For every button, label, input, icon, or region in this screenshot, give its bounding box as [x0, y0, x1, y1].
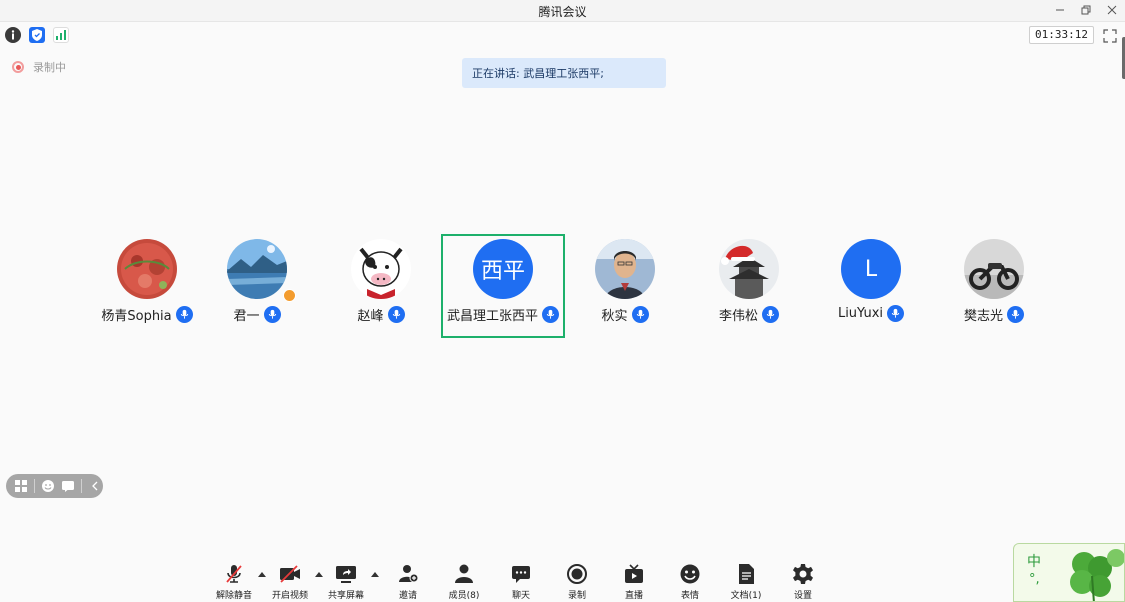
participant-name: 杨青Sophia	[101, 309, 172, 324]
participant-tile-active[interactable]: 西平 武昌理工张西平	[441, 234, 565, 338]
divider	[34, 479, 35, 493]
participant-name: 李伟松	[718, 309, 758, 324]
participant-name: 樊志光	[963, 309, 1003, 324]
avatar	[595, 239, 655, 299]
participant-name: 赵峰	[357, 309, 384, 324]
live-button[interactable]: 直播	[609, 558, 659, 602]
participant-name: 君一	[233, 309, 260, 324]
avatar	[227, 239, 287, 299]
avatar	[964, 239, 1024, 299]
members-icon	[453, 563, 475, 585]
title-bar: 腾讯会议	[0, 0, 1125, 22]
participant-name: 武昌理工张西平	[446, 309, 538, 324]
participant-tile[interactable]: 杨青Sophia	[85, 234, 209, 338]
settings-label: 设置	[793, 591, 812, 601]
grid-view-icon[interactable]	[14, 479, 28, 493]
participant-tile[interactable]: 秋实	[563, 234, 687, 338]
host-icon	[283, 289, 296, 302]
mic-muted-icon	[223, 563, 245, 585]
share-screen-button[interactable]: 共享屏幕	[321, 558, 371, 602]
live-stream-icon	[623, 563, 645, 585]
chat-label: 聊天	[511, 591, 530, 601]
chat-button[interactable]: 聊天	[496, 558, 546, 602]
share-screen-label: 共享屏幕	[327, 591, 364, 601]
meeting-toolbar: 解除静音 开启视频 共享屏幕 邀请 成员(8) 聊天 录制 直播 表情 文档(1…	[0, 558, 1125, 602]
fullscreen-icon[interactable]	[1103, 28, 1117, 43]
ime-punctuation[interactable]: °,	[1029, 572, 1040, 587]
emoji-button[interactable]: 表情	[665, 558, 715, 602]
view-switch-bar	[6, 474, 103, 498]
start-video-button[interactable]: 开启视频	[265, 558, 315, 602]
add-user-icon	[397, 563, 419, 585]
start-video-label: 开启视频	[271, 591, 308, 601]
collapse-icon[interactable]	[88, 479, 102, 493]
avatar	[351, 239, 411, 299]
record-label: 录制	[567, 591, 586, 601]
emoji-icon[interactable]	[41, 479, 55, 493]
shield-icon[interactable]	[29, 27, 45, 43]
mic-icon	[762, 306, 779, 323]
mic-icon	[542, 306, 559, 323]
divider	[81, 479, 82, 493]
participant-tile[interactable]: 李伟松	[687, 234, 811, 338]
restore-icon[interactable]	[1079, 2, 1093, 18]
close-icon[interactable]	[1105, 2, 1119, 18]
mic-icon	[1007, 306, 1024, 323]
chat-icon	[510, 563, 532, 585]
share-options-caret[interactable]	[370, 570, 380, 578]
invite-label: 邀请	[398, 591, 417, 601]
members-button[interactable]: 成员(8)	[439, 558, 489, 602]
avatar	[117, 239, 177, 299]
ime-mode[interactable]: 中	[1027, 554, 1041, 570]
avatar: L	[841, 239, 901, 299]
participant-tile[interactable]: L LiuYuxi	[809, 234, 933, 338]
participant-name: 秋实	[601, 309, 628, 324]
mic-icon	[631, 306, 649, 323]
unmute-label: 解除静音	[215, 591, 252, 601]
smiley-icon	[679, 563, 701, 585]
avatar: 西平	[473, 239, 533, 299]
mic-icon	[887, 305, 905, 322]
recording-icon	[12, 61, 24, 73]
chat-bubble-icon[interactable]	[61, 479, 75, 493]
participant-gallery: 杨青Sophia 君一 赵峰 西平 武昌理工张西平 秋实 李伟松 L LiuYu…	[0, 234, 1125, 339]
mic-icon	[263, 306, 281, 323]
info-icon[interactable]	[5, 27, 21, 43]
participant-tile[interactable]: 赵峰	[319, 234, 443, 338]
record-icon	[566, 563, 588, 585]
minimize-icon[interactable]	[1053, 2, 1067, 18]
video-off-icon	[279, 563, 301, 585]
window-title: 腾讯会议	[538, 5, 587, 19]
mic-icon	[387, 306, 405, 323]
unmute-button[interactable]: 解除静音	[209, 558, 259, 602]
mic-icon	[175, 306, 193, 323]
avatar	[719, 239, 779, 299]
status-bar: 01:33:12	[0, 23, 1125, 47]
share-screen-icon	[335, 563, 357, 585]
clover-icon	[1070, 549, 1124, 601]
document-icon	[735, 563, 757, 585]
settings-button[interactable]: 设置	[778, 558, 828, 602]
recording-label: 录制中	[33, 61, 66, 74]
participant-name: LiuYuxi	[837, 306, 884, 321]
participant-tile[interactable]: 樊志光	[932, 234, 1056, 338]
members-label: 成员(8)	[448, 591, 480, 601]
docs-label: 文档(1)	[730, 591, 762, 601]
record-button[interactable]: 录制	[552, 558, 602, 602]
live-label: 直播	[624, 591, 643, 601]
speaking-banner: 正在讲话: 武昌理工张西平;	[462, 58, 666, 88]
invite-button[interactable]: 邀请	[383, 558, 433, 602]
meeting-timer: 01:33:12	[1029, 26, 1094, 44]
emoji-label: 表情	[680, 591, 699, 601]
docs-button[interactable]: 文档(1)	[721, 558, 771, 602]
participant-tile[interactable]: 君一	[195, 234, 319, 338]
gear-icon	[792, 563, 814, 585]
recording-indicator: 录制中	[12, 59, 66, 75]
signal-icon[interactable]	[53, 27, 69, 43]
ime-widget[interactable]: 中 °,	[1013, 543, 1125, 602]
